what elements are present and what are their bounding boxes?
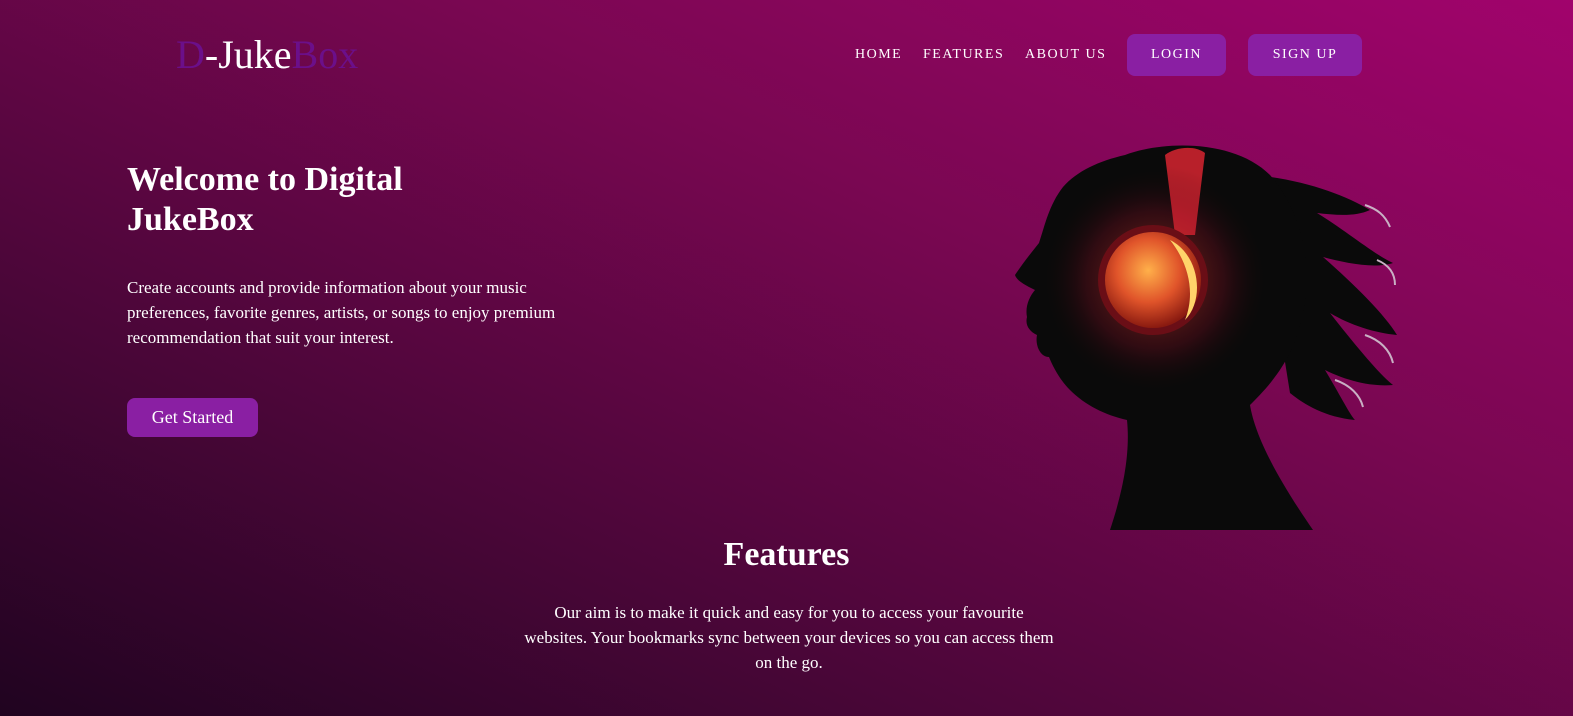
features-description: Our aim is to make it quick and easy for… bbox=[524, 603, 1054, 672]
hero-title: Welcome to Digital JukeBox bbox=[127, 161, 403, 238]
nav-about-link[interactable]: ABOUT US bbox=[1025, 46, 1106, 64]
get-started-button[interactable]: Get Started bbox=[127, 398, 258, 437]
logo-part-juke: -Juke bbox=[204, 32, 292, 77]
signup-button[interactable]: SIGN UP bbox=[1248, 34, 1362, 76]
logo-part-d: D bbox=[176, 32, 205, 77]
nav-features-link[interactable]: FEATURES bbox=[923, 46, 1004, 64]
nav-home-link[interactable]: HOME bbox=[855, 46, 902, 64]
features-title: Features bbox=[723, 536, 850, 573]
hero-description: Create accounts and provide information … bbox=[127, 278, 556, 347]
headphones-silhouette-icon bbox=[1005, 135, 1405, 535]
logo-part-box: Box bbox=[291, 32, 359, 77]
logo[interactable]: D-JukeBox bbox=[176, 32, 358, 78]
login-button[interactable]: LOGIN bbox=[1127, 34, 1226, 76]
